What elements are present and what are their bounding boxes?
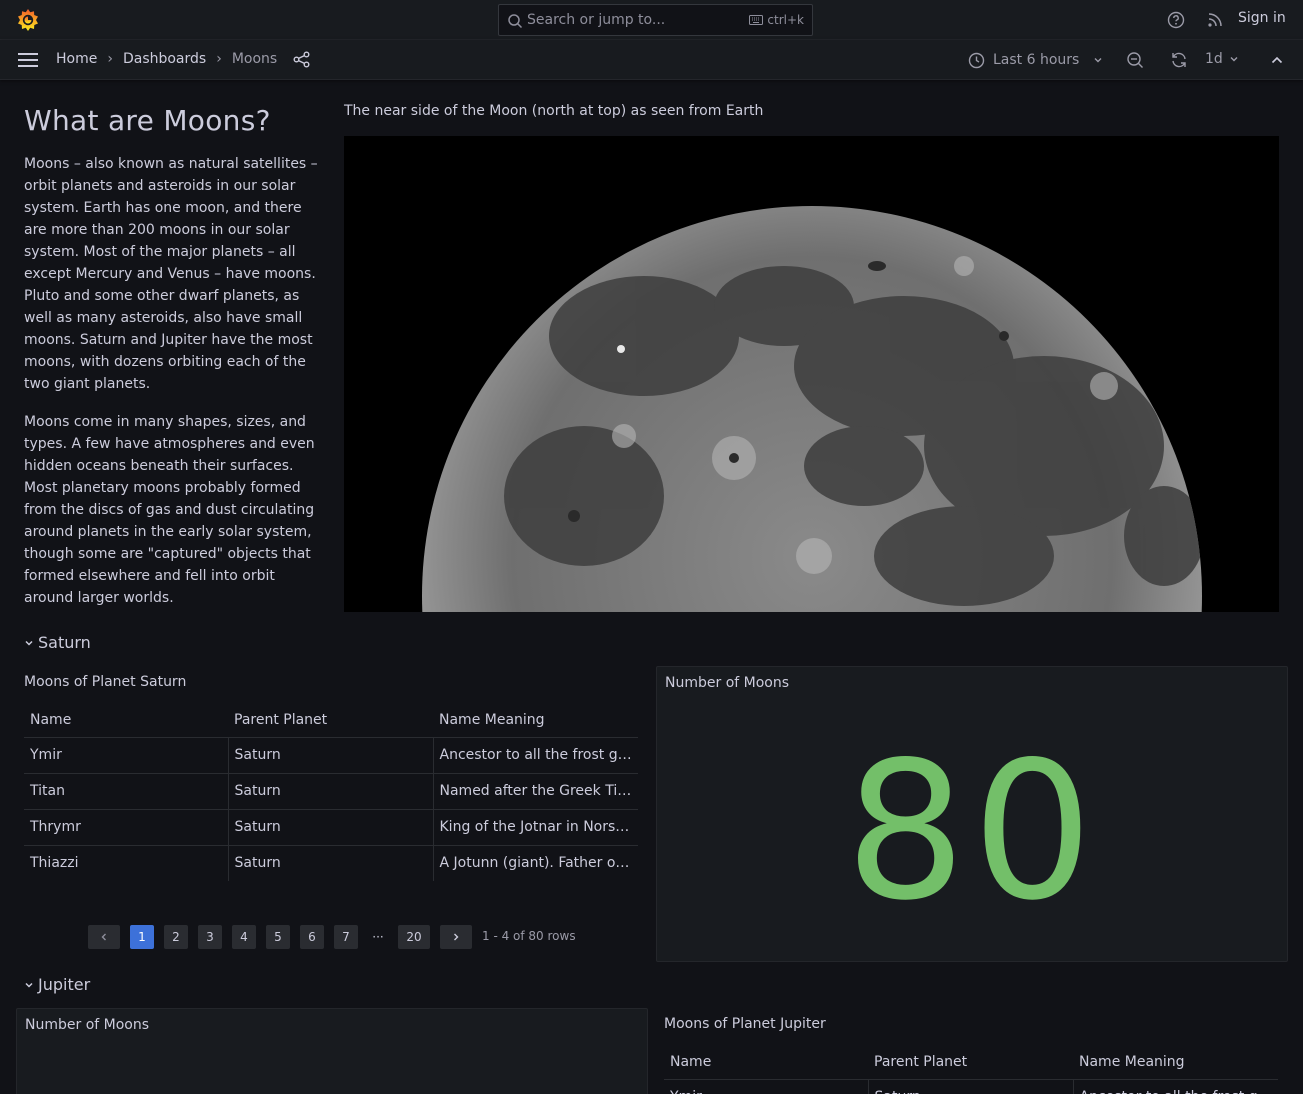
row-title: Jupiter — [38, 975, 91, 994]
table-cell: Titan — [24, 773, 229, 810]
zoom-out-icon[interactable] — [1126, 51, 1144, 69]
table-panel-title: Moons of Planet Jupiter — [664, 1016, 826, 1032]
page-button-6[interactable]: 6 — [300, 925, 324, 949]
pagination-row-info: 1 - 4 of 80 rows — [482, 929, 576, 943]
table-row: Ymir Saturn Ancestor to all the frost gi… — [664, 1079, 1278, 1094]
moon-image — [344, 136, 1279, 612]
table-cell: King of the Jotnar in Norse mythology — [433, 809, 638, 846]
row-toggle-saturn[interactable]: Saturn — [24, 633, 91, 652]
stat-value: 80 — [845, 721, 1099, 942]
column-header-parent-planet[interactable]: Parent Planet — [868, 1045, 1073, 1080]
breadcrumb-separator: › — [107, 51, 113, 67]
chevron-up-icon[interactable] — [1270, 54, 1284, 66]
table-row: Ymir Saturn Ancestor to all the frost gi… — [24, 737, 638, 774]
page-button-2[interactable]: 2 — [164, 925, 188, 949]
table-cell: Saturn — [228, 737, 434, 774]
refresh-icon[interactable] — [1170, 51, 1188, 69]
column-header-parent-planet[interactable]: Parent Planet — [228, 703, 433, 738]
table-row: Thrymr Saturn King of the Jotnar in Nors… — [24, 809, 638, 846]
chevron-down-icon — [1094, 58, 1102, 63]
row-title: Saturn — [38, 633, 91, 652]
rss-icon[interactable] — [1207, 12, 1223, 28]
search-bar[interactable]: Search or jump to... ctrl+k — [498, 4, 813, 36]
table-cell: Saturn — [228, 845, 434, 881]
chevron-down-icon — [25, 982, 33, 988]
breadcrumb: Home › Dashboards › Moons — [56, 51, 277, 67]
refresh-interval-label: 1d — [1205, 51, 1223, 67]
chevron-left-icon — [101, 933, 106, 941]
table-cell: Ymir — [664, 1079, 869, 1094]
table-cell: Ancestor to all the frost giants — [1073, 1079, 1278, 1094]
intro-paragraph: Moons come in many shapes, sizes, and ty… — [24, 414, 315, 606]
sign-in-link[interactable]: Sign in — [1238, 10, 1286, 26]
table-header-row: Name Parent Planet Name Meaning — [664, 1045, 1278, 1080]
saturn-moons-table: Name Parent Planet Name Meaning Ymir Sat… — [24, 703, 638, 881]
breadcrumb-separator: › — [216, 51, 222, 67]
jupiter-stat-panel: Number of Moons — [16, 1008, 648, 1094]
moon-illustration — [422, 206, 1202, 612]
table-cell: Saturn — [868, 1079, 1074, 1094]
breadcrumb-home[interactable]: Home — [56, 51, 97, 67]
page-button-1[interactable]: 1 — [130, 925, 154, 949]
breadcrumb-dashboards[interactable]: Dashboards — [123, 51, 206, 67]
menu-icon[interactable] — [18, 52, 38, 68]
breadcrumb-current: Moons — [231, 51, 278, 67]
stat-panel-title: Number of Moons — [25, 1017, 150, 1033]
next-page-button[interactable] — [440, 925, 472, 949]
table-header-row: Name Parent Planet Name Meaning — [24, 703, 638, 738]
column-header-name-meaning[interactable]: Name Meaning — [433, 703, 638, 738]
table-cell: Named after the Greek Titans — [433, 773, 638, 810]
table-cell: Ancestor to all the frost giants — [433, 737, 638, 774]
chevron-down-icon — [1230, 57, 1238, 62]
table-cell: Saturn — [228, 809, 434, 846]
intro-title: What are Moons? — [24, 104, 271, 137]
clock-icon — [968, 52, 985, 68]
grafana-logo-icon[interactable] — [16, 8, 40, 32]
table-row: Titan Saturn Named after the Greek Titan… — [24, 773, 638, 810]
keyboard-icon — [749, 15, 764, 25]
chevron-down-icon — [25, 640, 33, 646]
table-cell: Saturn — [228, 773, 434, 810]
time-range-label: Last 6 hours — [993, 52, 1080, 68]
table-cell: A Jotunn (giant). Father of Skadi — [439, 855, 639, 872]
page-button-3[interactable]: 3 — [198, 925, 222, 949]
prev-page-button[interactable] — [88, 925, 120, 949]
nav-bar: Home › Dashboards › Moons — [0, 40, 1303, 80]
table-cell: Thiazzi — [24, 845, 229, 881]
intro-text-panel: What are Moons? Moons – also known as na… — [24, 96, 324, 612]
help-icon[interactable] — [1167, 11, 1185, 29]
intro-paragraph: Moons – also known as natural satellites… — [24, 156, 318, 392]
page-button-20[interactable]: 20 — [398, 925, 430, 949]
search-shortcut: ctrl+k — [749, 13, 804, 27]
chevron-right-icon — [454, 933, 459, 941]
share-icon[interactable] — [293, 51, 310, 68]
table-cell: Ymir — [24, 737, 229, 774]
top-bar: Search or jump to... ctrl+k Sign in — [0, 0, 1303, 40]
table-panel-title: Moons of Planet Saturn — [24, 674, 187, 690]
image-panel-title: The near side of the Moon (north at top)… — [344, 103, 764, 119]
stat-panel-title: Number of Moons — [665, 675, 790, 691]
time-range-picker[interactable]: Last 6 hours — [968, 48, 1103, 72]
table-row: Thiazzi Saturn A Jotunn (giant). Father … — [24, 845, 638, 881]
refresh-interval-picker[interactable]: 1d — [1205, 51, 1239, 67]
page-button-4[interactable]: 4 — [232, 925, 256, 949]
row-toggle-jupiter[interactable]: Jupiter — [24, 975, 90, 994]
column-header-name[interactable]: Name — [24, 703, 228, 738]
jupiter-moons-table: Name Parent Planet Name Meaning Ymir Sat… — [664, 1045, 1278, 1094]
search-icon — [508, 14, 523, 29]
page-button-7[interactable]: 7 — [334, 925, 358, 949]
pagination: 1 2 3 4 5 6 7 ··· 20 — [88, 925, 472, 949]
pagination-ellipsis: ··· — [372, 930, 384, 944]
page-button-5[interactable]: 5 — [266, 925, 290, 949]
column-header-name-meaning[interactable]: Name Meaning — [1073, 1045, 1278, 1080]
column-header-name[interactable]: Name — [664, 1045, 868, 1080]
search-placeholder: Search or jump to... — [527, 12, 666, 28]
saturn-stat-panel: Number of Moons 80 — [656, 666, 1288, 962]
search-shortcut-label: ctrl+k — [767, 13, 804, 27]
table-cell: Thrymr — [24, 809, 229, 846]
